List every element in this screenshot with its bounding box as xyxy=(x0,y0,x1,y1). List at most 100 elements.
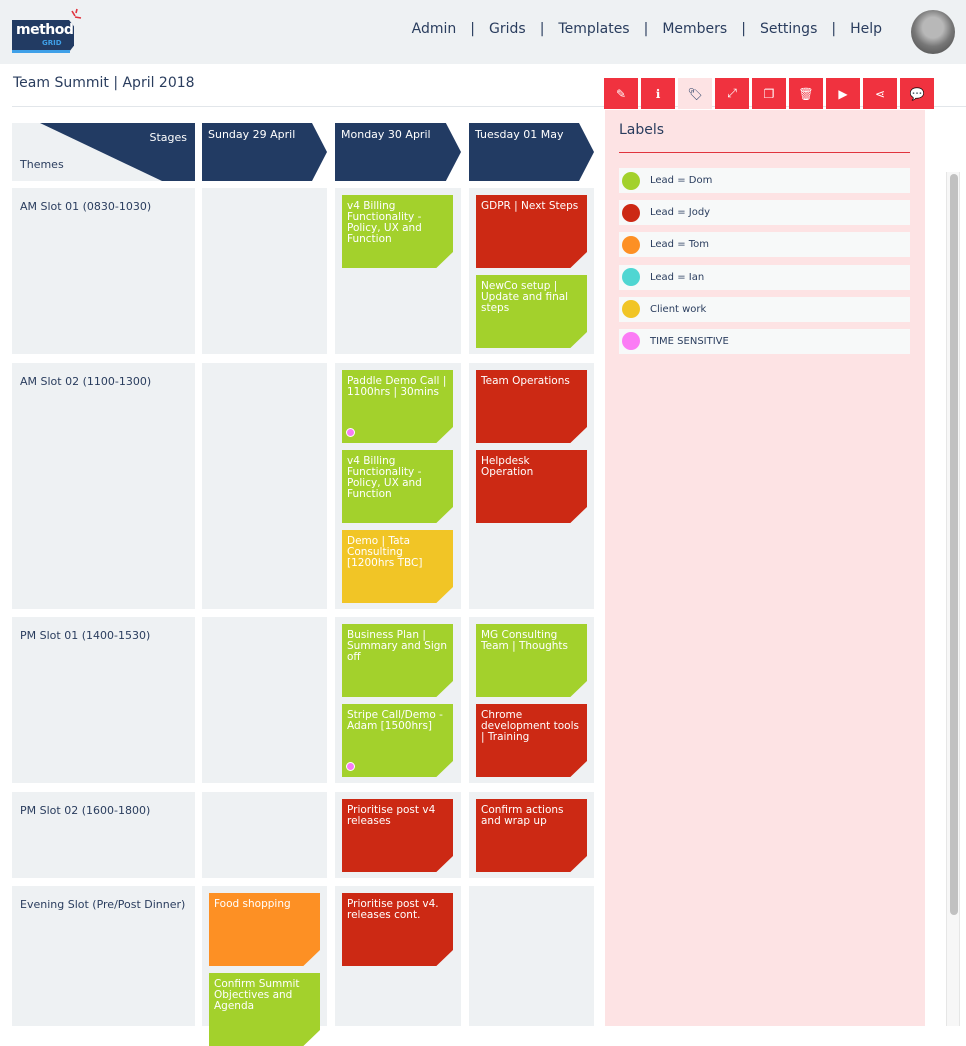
main-nav: Admin | Grids | Templates | Members | Settings | H… xyxy=(412,21,882,37)
card-title: MG Consulting Team | Thoughts xyxy=(481,629,569,652)
card[interactable]: Helpdesk Operation xyxy=(476,450,587,523)
card-title: Paddle Demo Call | 1100hrs | 30mins xyxy=(347,375,447,398)
page-title: Team Summit | April 2018 xyxy=(13,75,195,91)
card[interactable]: v4 Billing Functionality - Policy, UX an… xyxy=(342,195,453,268)
logo-text: method xyxy=(16,22,74,38)
card[interactable]: GDPR | Next Steps xyxy=(476,195,587,268)
info-icon: ℹ xyxy=(655,86,661,101)
nav-admin[interactable]: Admin xyxy=(412,21,457,37)
card[interactable]: Business Plan | Summary and Sign off xyxy=(342,624,453,697)
nav-separator: | xyxy=(643,21,649,37)
card-title: Prioritise post v4 releases xyxy=(347,804,436,827)
card[interactable]: Chrome development tools | Training xyxy=(476,704,587,777)
nav-separator: | xyxy=(539,21,545,37)
logo-subtext: GRID xyxy=(42,39,62,47)
label-item[interactable]: Lead = Dom xyxy=(619,168,910,193)
theme-row-header[interactable]: AM Slot 02 (1100-1300) xyxy=(12,363,195,609)
scrollbar-thumb[interactable] xyxy=(950,174,958,915)
share-icon: ⋖ xyxy=(874,86,886,101)
labels-title: Labels xyxy=(619,122,665,138)
card[interactable]: Team Operations xyxy=(476,370,587,443)
nav-grids[interactable]: Grids xyxy=(489,21,526,37)
card[interactable]: NewCo setup | Update and final steps xyxy=(476,275,587,348)
nav-help[interactable]: Help xyxy=(850,21,882,37)
logo-spark-icon xyxy=(71,8,82,19)
logo[interactable]: method GRID xyxy=(12,20,74,52)
nav-templates[interactable]: Templates xyxy=(558,21,629,37)
card-title: GDPR | Next Steps xyxy=(481,200,579,212)
label-item[interactable]: Lead = Tom xyxy=(619,232,910,258)
card-title: NewCo setup | Update and final steps xyxy=(481,280,569,314)
play-icon: ▶ xyxy=(838,86,848,101)
card[interactable]: MG Consulting Team | Thoughts xyxy=(476,624,587,697)
label-item[interactable]: Lead = Ian xyxy=(619,264,910,290)
time-sensitive-dot xyxy=(346,762,355,771)
card[interactable]: v4 Billing Functionality - Policy, UX an… xyxy=(342,450,453,523)
copy-button[interactable]: ❐ xyxy=(752,78,786,109)
label-color-dot xyxy=(622,235,640,254)
play-button[interactable]: ▶ xyxy=(826,78,860,109)
labels-list: Lead = Dom Lead = Jody Lead = Tom Lead = Ia… xyxy=(619,168,910,361)
grid-cell[interactable] xyxy=(202,188,327,354)
label-item[interactable]: Lead = Jody xyxy=(619,200,910,226)
label-name: Lead = Tom xyxy=(650,239,710,251)
card[interactable]: Paddle Demo Call | 1100hrs | 30mins xyxy=(342,370,453,443)
theme-row-header[interactable]: PM Slot 02 (1600-1800) xyxy=(12,792,195,878)
stage-header[interactable]: Monday 30 April xyxy=(335,123,461,181)
share-button[interactable]: ⋖ xyxy=(863,78,897,109)
comment-button[interactable]: 💬 xyxy=(900,78,934,109)
scrollbar[interactable] xyxy=(946,172,960,1026)
pencil-button[interactable]: ✎ xyxy=(604,78,638,109)
label-name: TIME SENSITIVE xyxy=(650,335,729,347)
grid-cell[interactable] xyxy=(202,363,327,609)
label-name: Client work xyxy=(650,303,707,315)
pencil-icon: ✎ xyxy=(615,86,627,101)
card-title: Chrome development tools | Training xyxy=(481,709,579,743)
nav-members[interactable]: Members xyxy=(662,21,727,37)
grid-cell[interactable] xyxy=(469,886,594,1026)
nav-settings[interactable]: Settings xyxy=(760,21,817,37)
expand-button[interactable]: ⤢ xyxy=(715,78,749,109)
label-item[interactable]: Client work xyxy=(619,296,910,322)
avatar[interactable] xyxy=(911,10,955,54)
grid-cell[interactable] xyxy=(202,617,327,783)
card-title: Food shopping xyxy=(214,898,291,910)
card-title: v4 Billing Functionality - Policy, UX an… xyxy=(347,200,422,245)
stage-header[interactable]: Sunday 29 April xyxy=(202,123,327,181)
grid-cell[interactable] xyxy=(202,792,327,878)
card-title: Team Operations xyxy=(481,375,570,387)
trash-button[interactable]: 🗑 xyxy=(789,78,823,109)
theme-row-header[interactable]: PM Slot 01 (1400-1530) xyxy=(12,617,195,783)
label-name: Lead = Dom xyxy=(650,175,713,186)
label-color-dot xyxy=(622,300,640,319)
label-name: Lead = Jody xyxy=(650,207,711,219)
card[interactable]: Confirm actions and wrap up xyxy=(476,799,587,872)
card[interactable]: Stripe Call/Demo - Adam [1500hrs] xyxy=(342,704,453,777)
themes-label: Themes xyxy=(20,158,64,171)
info-button[interactable]: ℹ xyxy=(641,78,675,109)
card[interactable]: Prioritise post v4. releases cont. xyxy=(342,893,453,966)
theme-row-header[interactable]: Evening Slot (Pre/Post Dinner) xyxy=(12,886,195,1026)
tags-button[interactable]: 🏷 xyxy=(678,78,712,109)
card[interactable]: Demo | Tata Consulting [1200hrs TBC] xyxy=(342,530,453,603)
stages-label: Stages xyxy=(149,131,187,144)
expand-icon: ⤢ xyxy=(727,86,737,100)
tags-icon: 🏷 xyxy=(687,86,703,101)
card[interactable]: Confirm Summit Objectives and Agenda xyxy=(209,973,320,1046)
card-title: Stripe Call/Demo - Adam [1500hrs] xyxy=(347,709,443,732)
theme-row-header[interactable]: AM Slot 01 (0830-1030) xyxy=(12,188,195,354)
copy-icon: ❐ xyxy=(763,86,775,101)
card-title: Helpdesk Operation xyxy=(481,455,534,478)
label-item[interactable]: TIME SENSITIVE xyxy=(619,328,910,354)
comment-icon: 💬 xyxy=(909,86,925,101)
card-title: Business Plan | Summary and Sign off xyxy=(347,629,448,663)
stage-header[interactable]: Tuesday 01 May xyxy=(469,123,594,181)
trash-icon: 🗑 xyxy=(798,86,814,101)
grid-corner-header: Stages Themes xyxy=(12,123,195,181)
nav-separator: | xyxy=(741,21,746,37)
card-title: Prioritise post v4. releases cont. xyxy=(347,898,439,921)
card[interactable]: Food shopping xyxy=(209,893,320,966)
top-bar: method GRID Admin | Grids | Templates | Member… xyxy=(0,0,966,64)
card[interactable]: Prioritise post v4 releases xyxy=(342,799,453,872)
card-title: Confirm Summit Objectives and Agenda xyxy=(214,978,300,1012)
